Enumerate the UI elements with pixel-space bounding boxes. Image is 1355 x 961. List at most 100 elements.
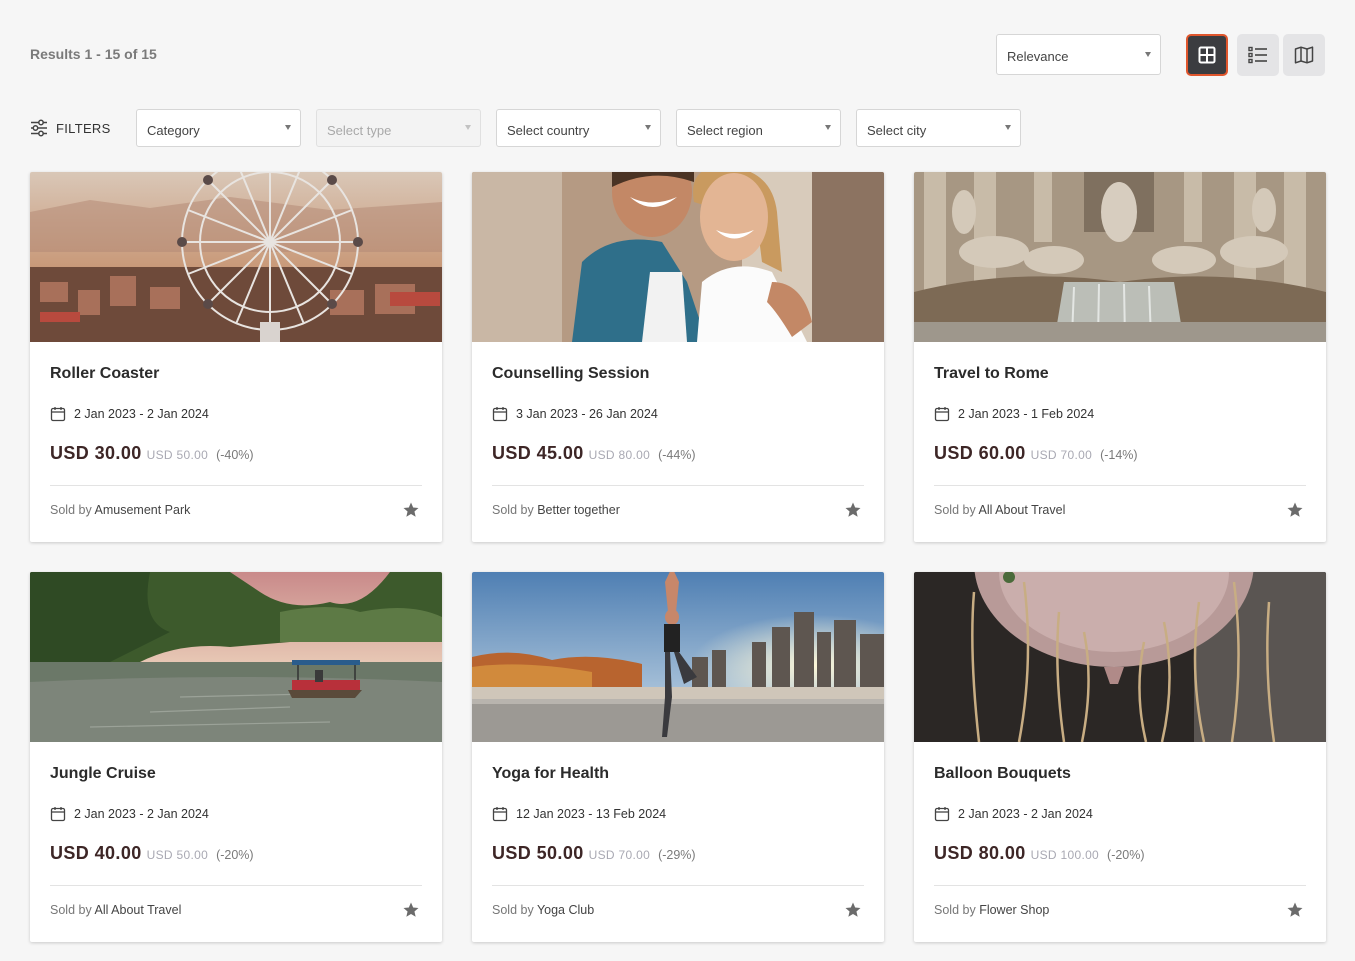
product-image[interactable] <box>30 172 442 342</box>
region-select-value: Select region <box>687 123 763 138</box>
current-price: USD 30.00 <box>50 443 142 463</box>
seller-line: Sold by Yoga Club <box>492 903 594 917</box>
discount-badge: (-29%) <box>658 848 696 862</box>
caret-down-icon <box>1005 125 1011 130</box>
product-dates: 3 Jan 2023 - 26 Jan 2024 <box>492 406 658 422</box>
seller-line: Sold by Amusement Park <box>50 503 190 517</box>
card-divider <box>492 885 864 886</box>
price-row: USD 80.00 USD 100.00 (-20%) <box>934 843 1145 864</box>
sold-by-label: Sold by <box>492 503 534 517</box>
product-image[interactable] <box>472 172 884 342</box>
vendor-name[interactable]: Yoga Club <box>537 903 594 917</box>
sold-by-label: Sold by <box>50 903 92 917</box>
vendor-name[interactable]: Amusement Park <box>95 503 191 517</box>
category-select[interactable]: Category <box>136 109 301 147</box>
calendar-icon <box>934 807 950 822</box>
product-dates: 2 Jan 2023 - 2 Jan 2024 <box>50 806 209 822</box>
product-card[interactable]: Yoga for Health 12 Jan 2023 - 13 Feb 202… <box>472 572 884 942</box>
discount-badge: (-44%) <box>658 448 696 462</box>
category-select-value: Category <box>147 123 200 138</box>
sold-by-label: Sold by <box>50 503 92 517</box>
sold-by-label: Sold by <box>934 503 976 517</box>
product-card[interactable]: Jungle Cruise 2 Jan 2023 - 2 Jan 2024 US… <box>30 572 442 942</box>
star-icon[interactable] <box>402 501 420 519</box>
sold-by-label: Sold by <box>492 903 534 917</box>
region-select[interactable]: Select region <box>676 109 841 147</box>
seller-line: Sold by All About Travel <box>934 503 1065 517</box>
caret-down-icon <box>285 125 291 130</box>
product-card[interactable]: Travel to Rome 2 Jan 2023 - 1 Feb 2024 U… <box>914 172 1326 542</box>
vendor-name[interactable]: Flower Shop <box>979 903 1049 917</box>
product-card[interactable]: Balloon Bouquets 2 Jan 2023 - 2 Jan 2024… <box>914 572 1326 942</box>
price-row: USD 45.00 USD 80.00 (-44%) <box>492 443 696 464</box>
country-select[interactable]: Select country <box>496 109 661 147</box>
card-divider <box>50 485 422 486</box>
product-dates-text: 2 Jan 2023 - 2 Jan 2024 <box>74 807 209 821</box>
star-icon[interactable] <box>844 901 862 919</box>
country-select-value: Select country <box>507 123 590 138</box>
product-dates-text: 2 Jan 2023 - 2 Jan 2024 <box>958 807 1093 821</box>
product-title[interactable]: Counselling Session <box>492 365 649 383</box>
product-dates: 2 Jan 2023 - 1 Feb 2024 <box>934 406 1094 422</box>
city-select[interactable]: Select city <box>856 109 1021 147</box>
discount-badge: (-20%) <box>1107 848 1145 862</box>
original-price: USD 80.00 <box>588 448 651 462</box>
calendar-icon <box>492 407 508 422</box>
vendor-name[interactable]: All About Travel <box>979 503 1066 517</box>
sliders-icon <box>31 119 47 137</box>
results-count: Results 1 - 15 of 15 <box>30 46 157 62</box>
caret-down-icon <box>645 125 651 130</box>
original-price: USD 70.00 <box>588 848 651 862</box>
product-card[interactable]: Roller Coaster 2 Jan 2023 - 2 Jan 2024 U… <box>30 172 442 542</box>
product-title[interactable]: Balloon Bouquets <box>934 765 1071 783</box>
map-icon <box>1294 46 1314 64</box>
card-divider <box>492 485 864 486</box>
sold-by-label: Sold by <box>934 903 976 917</box>
product-image[interactable] <box>914 172 1326 342</box>
star-icon[interactable] <box>402 901 420 919</box>
product-title[interactable]: Roller Coaster <box>50 365 159 383</box>
discount-badge: (-40%) <box>216 448 254 462</box>
product-card[interactable]: Counselling Session 3 Jan 2023 - 26 Jan … <box>472 172 884 542</box>
seller-line: Sold by All About Travel <box>50 903 181 917</box>
caret-down-icon <box>1145 51 1151 57</box>
caret-down-icon <box>465 125 471 130</box>
product-image[interactable] <box>914 572 1326 742</box>
product-title[interactable]: Jungle Cruise <box>50 765 156 783</box>
seller-line: Sold by Flower Shop <box>934 903 1049 917</box>
current-price: USD 45.00 <box>492 443 584 463</box>
product-dates: 2 Jan 2023 - 2 Jan 2024 <box>934 806 1093 822</box>
product-title[interactable]: Travel to Rome <box>934 365 1049 383</box>
original-price: USD 70.00 <box>1030 448 1093 462</box>
city-select-value: Select city <box>867 123 927 138</box>
type-select: Select type <box>316 109 481 147</box>
current-price: USD 60.00 <box>934 443 1026 463</box>
map-view-button[interactable] <box>1283 34 1325 76</box>
calendar-icon <box>934 407 950 422</box>
star-icon[interactable] <box>1286 501 1304 519</box>
filters-toggle[interactable]: FILTERS <box>30 118 111 138</box>
sort-select[interactable]: Relevance <box>996 34 1161 75</box>
list-view-button[interactable] <box>1237 34 1279 76</box>
current-price: USD 80.00 <box>934 843 1026 863</box>
discount-badge: (-20%) <box>216 848 254 862</box>
vendor-name[interactable]: Better together <box>537 503 620 517</box>
original-price: USD 50.00 <box>146 848 209 862</box>
price-row: USD 50.00 USD 70.00 (-29%) <box>492 843 696 864</box>
filters-label: FILTERS <box>56 120 111 136</box>
product-image[interactable] <box>472 572 884 742</box>
product-dates: 12 Jan 2023 - 13 Feb 2024 <box>492 806 666 822</box>
card-divider <box>934 485 1306 486</box>
star-icon[interactable] <box>1286 901 1304 919</box>
card-divider <box>50 885 422 886</box>
current-price: USD 40.00 <box>50 843 142 863</box>
grid-view-button[interactable] <box>1186 34 1228 76</box>
discount-badge: (-14%) <box>1100 448 1138 462</box>
vendor-name[interactable]: All About Travel <box>95 903 182 917</box>
current-price: USD 50.00 <box>492 843 584 863</box>
product-title[interactable]: Yoga for Health <box>492 765 609 783</box>
original-price: USD 100.00 <box>1030 848 1100 862</box>
product-image[interactable] <box>30 572 442 742</box>
seller-line: Sold by Better together <box>492 503 620 517</box>
star-icon[interactable] <box>844 501 862 519</box>
